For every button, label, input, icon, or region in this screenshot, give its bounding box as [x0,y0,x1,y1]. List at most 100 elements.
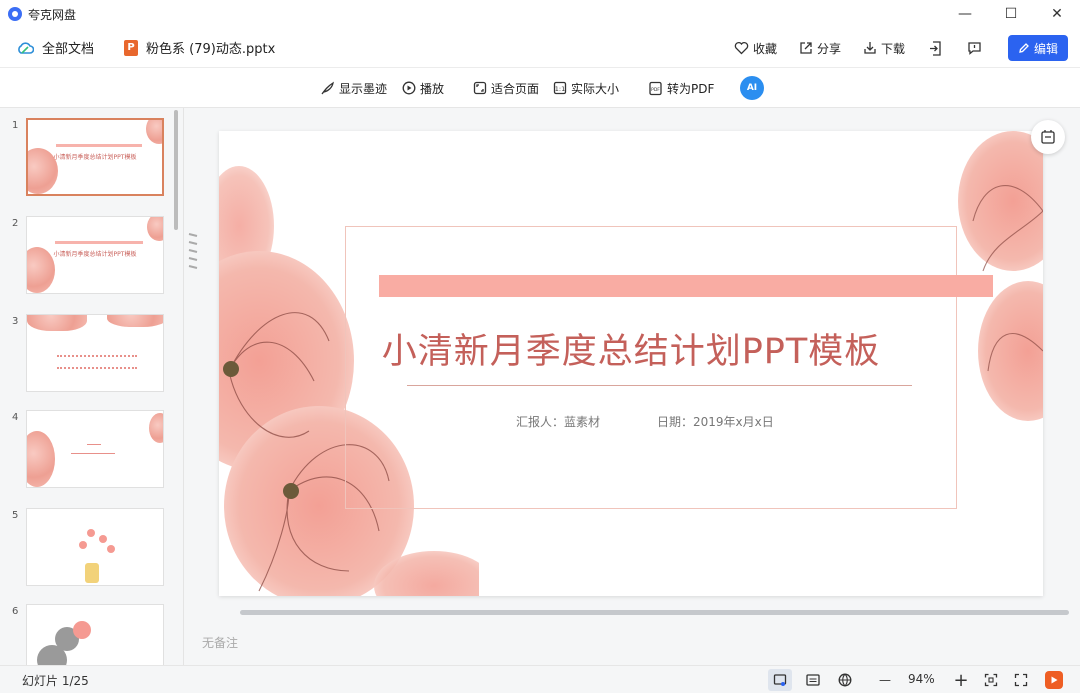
slide-counter: 幻灯片 1/25 [22,674,89,688]
actual-size-icon: 1:1 [553,81,567,95]
svg-text:1:1: 1:1 [555,85,565,93]
app-title: 夸克网盘 [28,7,77,22]
play-icon [1051,676,1058,684]
hand-decoration [85,563,99,583]
slide-thumbnail-active[interactable]: 小清新月季度总结计划PPT模板 [26,118,164,196]
thumbnail-number: 5 [12,510,19,521]
thumbnail-scrollbar[interactable] [174,110,178,230]
balloon-decoration [99,535,107,543]
notes-view-button[interactable] [802,666,824,693]
title-bar-decoration [56,144,142,147]
window-controls: — ☐ ✕ [942,0,1080,28]
feedback-icon [968,42,981,55]
feedback-button[interactable] [967,41,982,55]
speaker-notes[interactable]: 无备注 [202,634,238,651]
all-documents-link[interactable]: 全部文档 [42,38,94,57]
convert-to-pdf-button[interactable]: PDF 转为PDF [648,68,714,108]
slide-thumbnail-panel[interactable]: 1 小清新月季度总结计划PPT模板 2 小清新月季度总结计划PPT模板 3 4 [0,108,184,665]
flower-decoration [27,315,87,331]
ai-assistant-button[interactable]: AI [740,76,764,100]
balloon-decoration [107,545,115,553]
pdf-icon: PDF [649,81,662,95]
horizontal-scrollbar[interactable] [240,610,1069,615]
share-button[interactable]: 分享 [799,40,841,57]
title-divider [407,385,912,386]
actual-size-label: 实际大小 [571,81,620,96]
thumbnail-title: 小清新月季度总结计划PPT模板 [53,154,137,161]
export-button[interactable] [929,40,943,56]
header-actions: 收藏 分享 下载 编辑 [712,28,1068,68]
screenshot-icon [1041,130,1055,144]
panel-resize-handle[interactable] [186,232,200,272]
slide-title: 小清新月季度总结计划PPT模板 [381,332,881,372]
fit-page-button[interactable]: 适合页面 [473,68,539,108]
close-button[interactable]: ✕ [1034,0,1080,28]
slide-thumbnail[interactable] [26,314,164,392]
fullscreen-icon [1014,673,1028,687]
slide-thumbnail[interactable] [26,604,164,665]
globe-icon [838,673,852,687]
current-slide: 小清新月季度总结计划PPT模板 汇报人：蓝素材 日期：2019年x月x日 [219,131,1043,596]
section-underline-decoration [71,453,115,454]
thumbnail-number: 6 [12,606,19,617]
edit-button[interactable]: 编辑 [1008,35,1068,61]
play-label: 播放 [420,81,445,96]
flower-decoration [147,217,163,241]
web-view-button[interactable] [834,666,856,693]
share-icon [800,42,812,54]
cloud-icon[interactable] [16,41,34,55]
thumbnail-number: 3 [12,316,19,327]
quill-icon [321,81,334,94]
balloon-decoration [79,541,87,549]
normal-view-button[interactable] [768,669,792,691]
flower-decoration [107,315,163,327]
download-label: 下载 [880,41,905,56]
notes-icon [806,674,820,686]
play-button[interactable]: 播放 [402,68,444,108]
status-bar: 幻灯片 1/25 — 94% + [0,665,1080,693]
maximize-button[interactable]: ☐ [988,0,1034,28]
share-label: 分享 [816,41,841,56]
export-icon [930,40,941,56]
download-button[interactable]: 下载 [863,40,905,57]
show-ink-label: 显示墨迹 [339,81,388,96]
floating-tool-button[interactable] [1031,120,1065,154]
pptx-file-icon: P [124,39,139,56]
slide-thumbnail[interactable] [26,410,164,488]
svg-text:PDF: PDF [651,87,660,93]
zoom-out-button[interactable]: — [874,666,896,693]
slideshow-play-button[interactable] [1045,671,1063,689]
quark-logo-icon [8,7,22,21]
slide-thumbnail[interactable]: 小清新月季度总结计划PPT模板 [26,216,164,294]
flower-decoration [149,413,163,443]
favorite-button[interactable]: 收藏 [734,40,777,57]
play-circle-icon [402,81,416,95]
show-ink-button[interactable]: 显示墨迹 [320,68,387,108]
title-bar-decoration [55,241,143,244]
flower-decoration [146,120,162,144]
convert-to-pdf-label: 转为PDF [667,81,715,96]
slide-view-icon [773,674,787,686]
zoom-level: 94% [908,672,935,686]
thumbnail-number: 1 [12,120,19,131]
title-accent-bar [379,275,993,297]
heart-icon [734,41,749,55]
download-icon [864,42,876,54]
agenda-dots [57,355,137,357]
minimize-button[interactable]: — [942,0,988,28]
actual-size-button[interactable]: 1:1 实际大小 [553,68,619,108]
zoom-in-button[interactable]: + [950,666,972,693]
file-name: 粉色系 (79)动态.pptx [146,42,276,57]
slide-reporter: 汇报人：蓝素材 [516,415,601,429]
balloon-decoration [87,529,95,537]
slide-thumbnail[interactable] [26,508,164,586]
fit-page-icon [473,81,487,95]
pencil-icon [1019,43,1029,53]
section-number-decoration [87,437,101,445]
fit-page-label: 适合页面 [491,81,540,96]
fit-screen-button[interactable] [980,666,1002,693]
thumbnail-number: 2 [12,218,19,229]
thumbnail-number: 4 [12,412,19,423]
document-header: 全部文档 P 粉色系 (79)动态.pptx 收藏 分享 下载 编辑 [0,28,1080,68]
fullscreen-button[interactable] [1010,666,1032,693]
